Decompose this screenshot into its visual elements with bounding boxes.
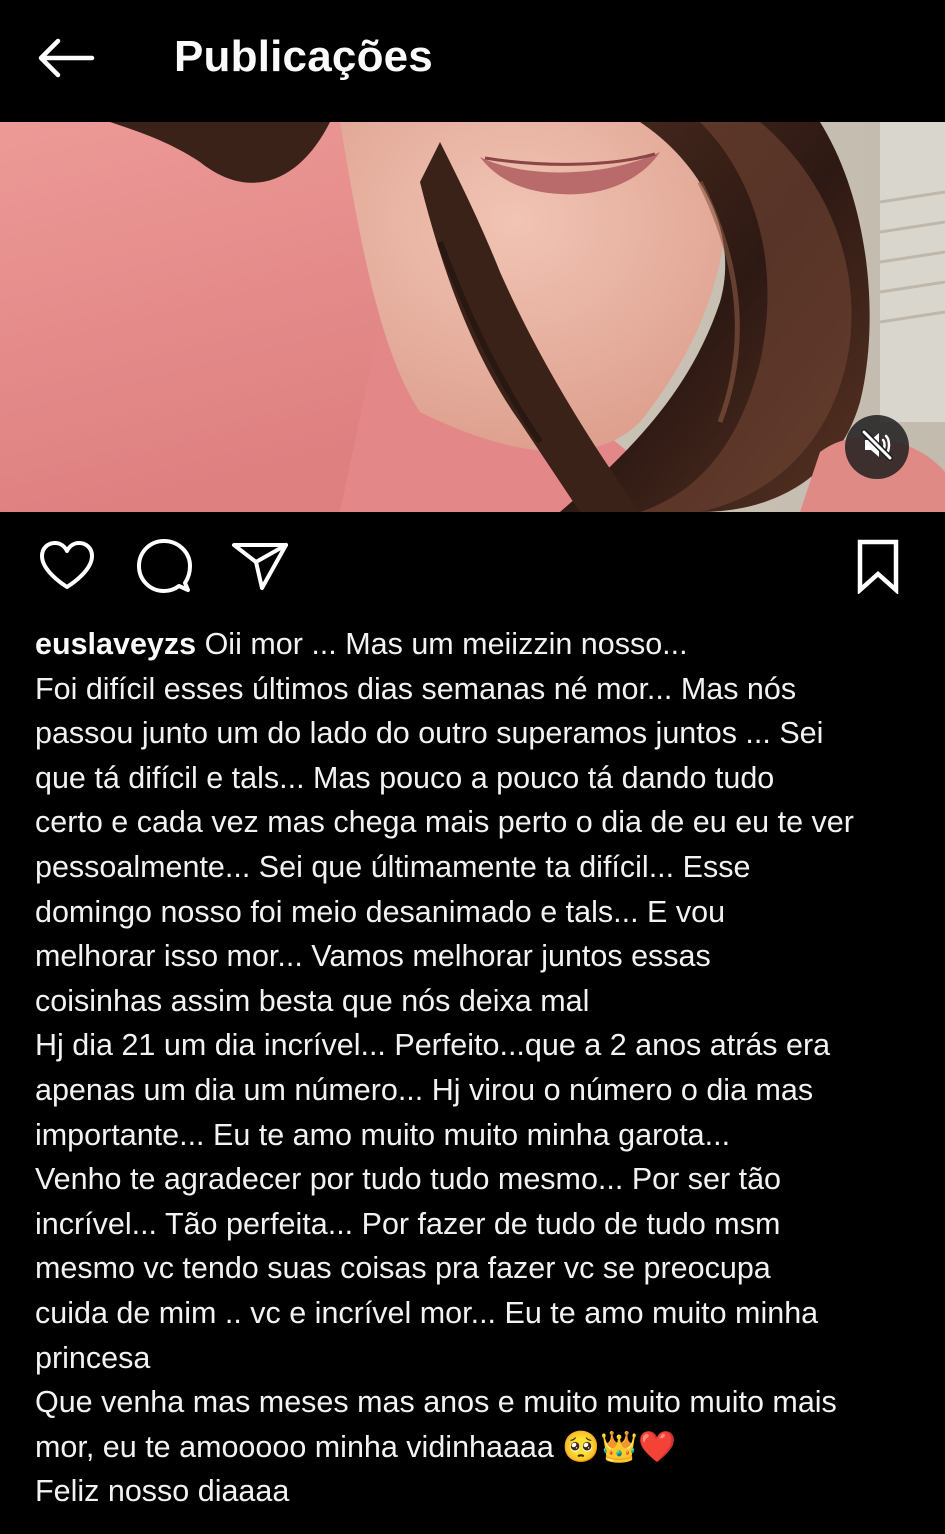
- caption-line: mor, eu te amooooo minha vidinhaaaa 🥺👑❤️: [35, 1429, 677, 1464]
- caption-line: apenas um dia um número... Hj virou o nú…: [35, 1072, 814, 1107]
- save-button[interactable]: [848, 538, 908, 599]
- back-button[interactable]: [30, 28, 102, 92]
- page-title: Publicações: [174, 32, 433, 81]
- caption-line: euslaveyzs Oii mor ... Mas um meiizzin n…: [35, 627, 688, 661]
- like-button[interactable]: [37, 540, 97, 596]
- mute-toggle-button[interactable]: [845, 415, 909, 479]
- caption-line: mesmo vc tendo suas coisas pra fazer vc …: [35, 1251, 771, 1286]
- video-frame: [0, 122, 945, 512]
- caption-line: Foi difícil esses últimos dias semanas n…: [35, 671, 797, 706]
- caption-line: Que venha mas meses mas anos e muito mui…: [35, 1385, 837, 1420]
- top-bar: Publicações: [0, 0, 945, 122]
- comment-button[interactable]: [134, 538, 194, 596]
- caption-line: domingo nosso foi meio desanimado e tals…: [35, 894, 726, 929]
- caption-line: importante... Eu te amo muito muito minh…: [35, 1117, 731, 1152]
- caption-line: que tá difícil e tals... Mas pouco a pou…: [35, 760, 775, 795]
- comment-icon: [135, 537, 193, 600]
- caption-line: princesa: [35, 1340, 151, 1375]
- heart-icon: [38, 540, 96, 597]
- post-username[interactable]: euslaveyzs: [35, 627, 196, 661]
- caption-line: melhorar isso mor... Vamos melhorar junt…: [35, 939, 711, 974]
- caption-line: coisinhas assim besta que nós deixa mal: [35, 983, 590, 1018]
- arrow-left-icon: [37, 38, 95, 83]
- post-video[interactable]: [0, 122, 945, 512]
- caption-line: incrível... Tão perfeita... Por fazer de…: [35, 1206, 781, 1241]
- caption-line: Hj dia 21 um dia incrível... Perfeito...…: [35, 1028, 831, 1063]
- caption-line: Feliz nosso diaaaa: [35, 1474, 290, 1509]
- post-caption: euslaveyzs Oii mor ... Mas um meiizzin n…: [35, 622, 925, 1514]
- speaker-muted-icon: [860, 428, 894, 467]
- bookmark-icon: [854, 538, 902, 599]
- caption-line: pessoalmente... Sei que últimamente ta d…: [35, 849, 751, 884]
- caption-line: cuida de mim .. vc e incrível mor... Eu …: [35, 1295, 819, 1330]
- caption-line: Venho te agradecer por tudo tudo mesmo..…: [35, 1162, 781, 1197]
- share-button[interactable]: [230, 540, 290, 596]
- post-actions: [0, 512, 945, 620]
- caption-line: passou junto um do lado do outro superam…: [35, 716, 824, 751]
- paper-plane-icon: [230, 540, 290, 597]
- caption-line: certo e cada vez mas chega mais perto o …: [35, 805, 854, 840]
